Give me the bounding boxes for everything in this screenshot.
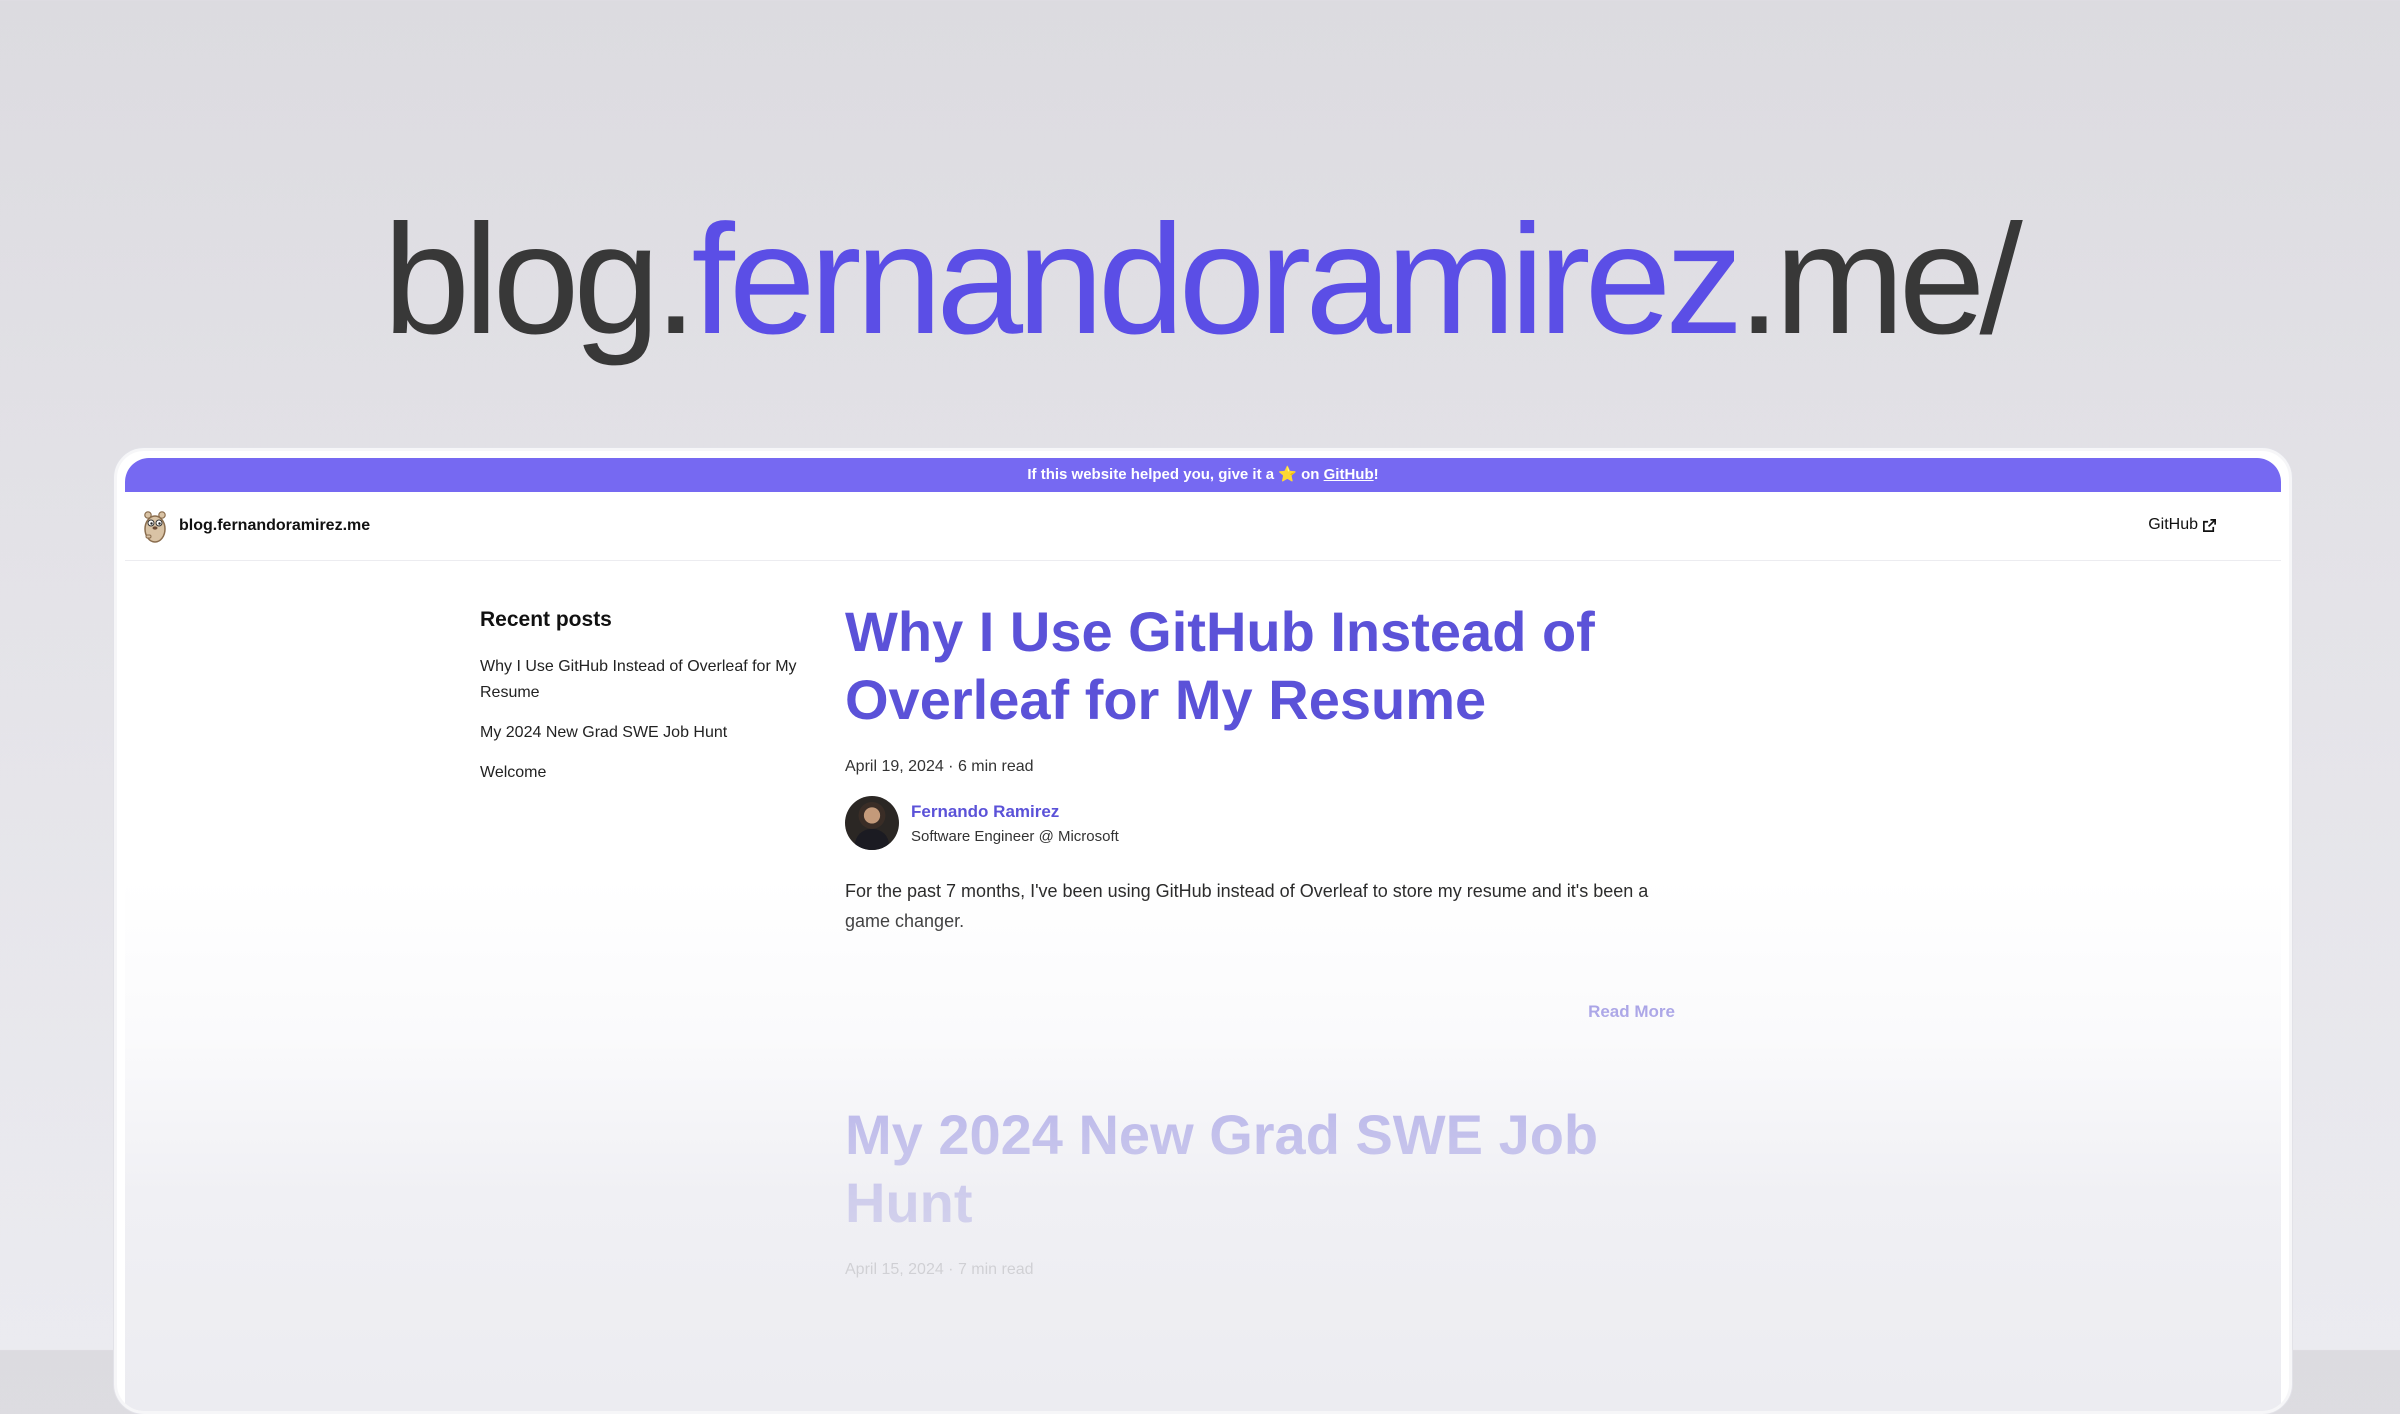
banner-github-link[interactable]: GitHub [1324,466,1374,483]
brand-link[interactable]: blog.fernandoramirez.me [141,508,370,544]
post-excerpt: For the past 7 months, I've been using G… [845,881,1649,931]
sidebar-post-link[interactable]: Why I Use GitHub Instead of Overleaf for… [480,654,810,706]
author-block: Fernando Ramirez Software Engineer @ Mic… [845,796,1675,850]
nav-github-label: GitHub [2148,516,2198,533]
gopher-icon [144,511,166,543]
author-role: Software Engineer @ Microsoft [911,827,1119,845]
post-card: My 2024 New Grad SWE Job Hunt April 15, … [845,1101,1675,1279]
nav-github-link[interactable]: GitHub [2148,516,2217,534]
github-star-banner: If this website helped you, give it a ⭐ … [125,458,2281,492]
post-meta: April 15, 2024 · 7 min read [845,1261,1034,1278]
avatar [845,796,899,850]
brand-name: blog.fernandoramirez.me [179,517,371,534]
author-name[interactable]: Fernando Ramirez [911,802,1119,822]
sidebar-post-link[interactable]: Welcome [480,760,810,786]
recent-posts-sidebar: Recent posts Why I Use GitHub Instead of… [480,608,810,800]
hero-prefix: blog. [383,193,697,367]
banner-text: If this website helped you, give it a [1027,466,1275,483]
browser-window: If this website helped you, give it a ⭐ … [114,448,2292,1414]
hero-domain-title: blog.fernandoramirez.me/ [0,180,2400,380]
post-title[interactable]: My 2024 New Grad SWE Job Hunt [845,1101,1675,1237]
post-card: Why I Use GitHub Instead of Overleaf for… [845,598,1675,1022]
banner-exclamation: ! [1373,466,1379,483]
sidebar-post-link[interactable]: My 2024 New Grad SWE Job Hunt [480,720,810,746]
navbar: blog.fernandoramirez.me GitHub [125,492,2281,561]
hero-accent: fernandoramirez [691,193,1744,367]
external-link-icon [2203,518,2216,532]
post-meta: April 19, 2024 · 6 min read [845,758,1034,775]
website-page: If this website helped you, give it a ⭐ … [125,458,2281,1411]
star-icon: ⭐ [1278,466,1297,483]
recent-posts-heading: Recent posts [480,608,612,631]
hero-suffix: .me/ [1737,193,2022,367]
post-title[interactable]: Why I Use GitHub Instead of Overleaf for… [845,598,1675,734]
banner-on-text: on [1301,466,1320,483]
read-more-link[interactable]: Read More [845,1002,1675,1022]
